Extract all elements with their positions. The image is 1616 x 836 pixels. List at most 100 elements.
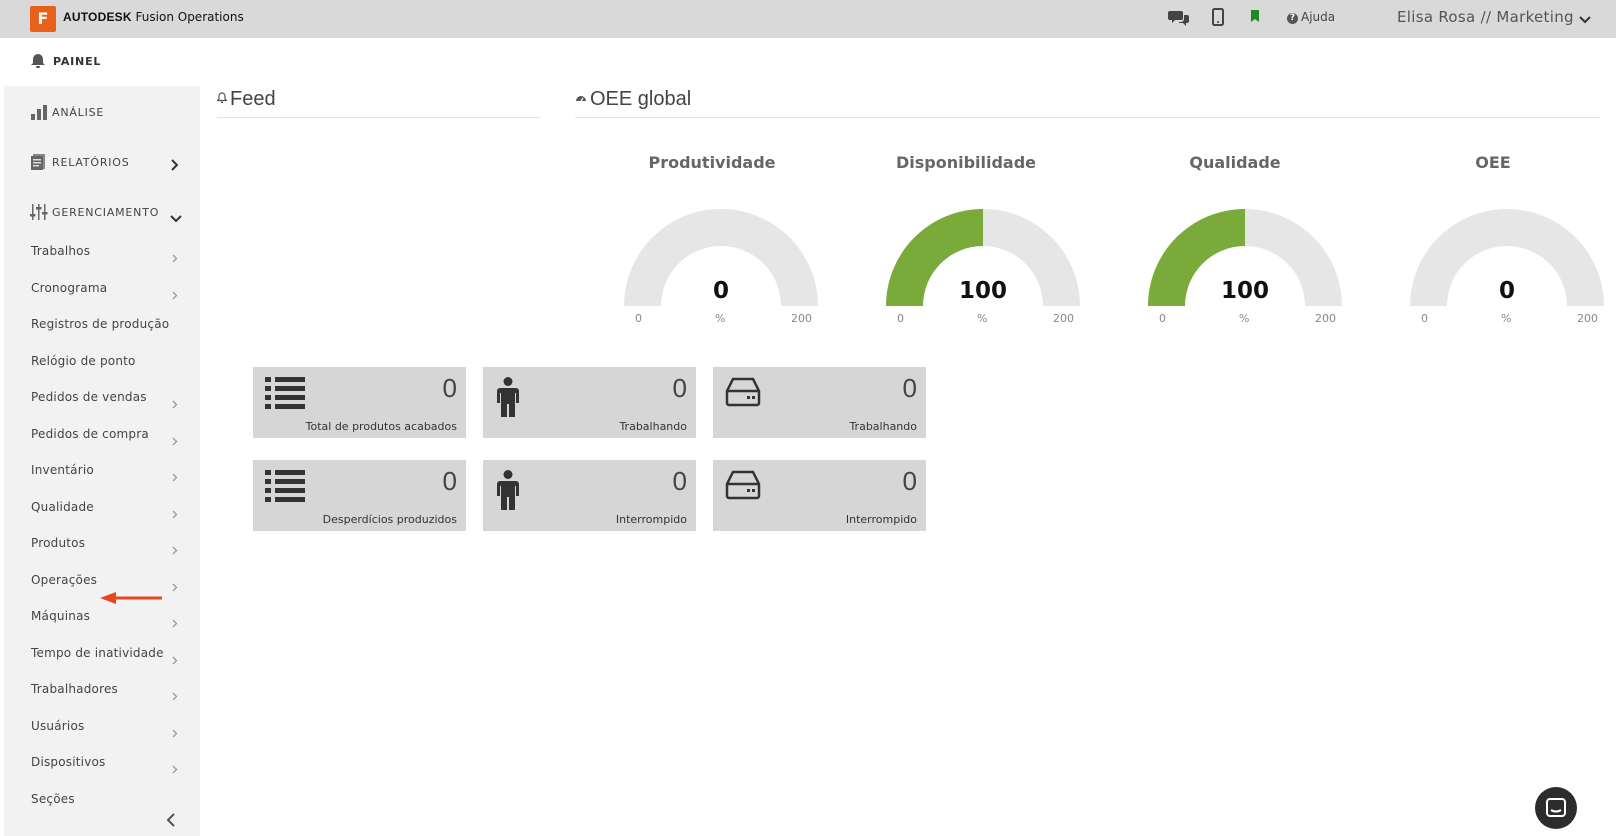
chat-icon[interactable] (1168, 8, 1190, 30)
list-icon (265, 377, 305, 413)
sidebar-section-label: GERENCIAMENTO (52, 206, 160, 219)
stat-caption: Interrompido (845, 513, 917, 526)
stat-tile[interactable]: 0 Interrompido (483, 460, 696, 531)
sidebar-item-label: Pedidos de vendas (31, 390, 147, 404)
sidebar-item-12[interactable]: Trabalhadores (4, 674, 200, 704)
chevron-right-icon (172, 285, 178, 304)
sidebar-item-label: Seções (31, 791, 75, 806)
sidebar-item-2[interactable]: Registros de produção (4, 309, 200, 339)
sidebar-item-3[interactable]: Relógio de ponto (4, 346, 200, 376)
chevron-right-icon (172, 540, 178, 559)
list-icon (265, 470, 305, 506)
brand-bold: AUTODESK (63, 10, 132, 24)
sidebar-item-label: Qualidade (31, 499, 94, 514)
stat-value: 0 (902, 373, 917, 403)
stat-tile[interactable]: 0 Trabalhando (713, 367, 926, 438)
sidebar-item-13[interactable]: Usuários (4, 711, 200, 741)
gauge-unit-label: % (1239, 312, 1250, 325)
sidebar-item-4[interactable]: Pedidos de vendas (4, 382, 200, 412)
gauge-unit-label: % (1501, 312, 1512, 325)
sidebar-section-label: ANÁLISE (52, 106, 105, 119)
app-logo[interactable]: F (30, 6, 56, 32)
gauge-min-label: 0 (1421, 312, 1428, 325)
brand-name: AUTODESK Fusion Operations (63, 10, 244, 24)
sidebar-item-label: Operações (31, 572, 98, 587)
gauge-chart: 100 0% 200 (1145, 208, 1345, 325)
sidebar-section-gerenciamento[interactable]: GERENCIAMENTO (4, 192, 200, 232)
sidebar-item-label: Relógio de ponto (31, 353, 136, 368)
stat-tile[interactable]: 0 Desperdícios produzidos (253, 460, 466, 531)
chevron-right-icon (172, 613, 178, 632)
stat-tile[interactable]: 0 Trabalhando (483, 367, 696, 438)
collapse-sidebar-icon[interactable] (166, 812, 176, 832)
chevron-right-icon (172, 504, 178, 523)
sidebar-item-label: Dispositivos (31, 755, 106, 769)
person-icon (495, 377, 521, 421)
stat-tile[interactable]: 0 Interrompido (713, 460, 926, 531)
chevron-right-icon (170, 156, 179, 175)
brand-product: Fusion Operations (131, 10, 244, 24)
sidebar-item-1[interactable]: Cronograma (4, 273, 200, 303)
feed-divider (217, 117, 540, 118)
gauge-min-label: 0 (897, 312, 904, 325)
sidebar-item-0[interactable]: Trabalhos (4, 236, 200, 266)
gauge-max-label: 200 (1577, 312, 1598, 325)
bell-icon (30, 53, 46, 73)
stat-value: 0 (902, 466, 917, 496)
user-menu[interactable]: Elisa Rosa // Marketing (1397, 8, 1574, 26)
stat-value: 0 (672, 466, 687, 496)
stat-caption: Trabalhando (619, 420, 687, 433)
gauge-value: 100 (1220, 278, 1269, 304)
sidebar-item-label: Máquinas (31, 609, 91, 623)
sidebar-item-label: Pedidos de compra (31, 426, 149, 441)
sidebar-section-relatorios[interactable]: RELATÓRIOS (4, 142, 200, 182)
sidebar-item-label: Tempo de inatividade (31, 645, 164, 660)
gauge-chart: 100 0% 200 (883, 208, 1083, 325)
sidebar: ANÁLISE RELATÓRIOS GERENCIAMENTO Trabalh… (4, 86, 200, 836)
stat-caption: Total de produtos acabados (305, 420, 457, 433)
chevron-down-icon (170, 208, 182, 227)
gauge-title: Produtividade (648, 153, 776, 172)
sliders-icon (30, 203, 48, 225)
sidebar-item-15[interactable]: Seções (4, 784, 200, 814)
stat-value: 0 (442, 466, 457, 496)
bar-chart-icon (30, 103, 48, 125)
person-icon (495, 470, 521, 514)
sidebar-item-8[interactable]: Produtos (4, 528, 200, 558)
help-label: Ajuda (1301, 10, 1336, 24)
gauge-value: 100 (958, 278, 1007, 304)
sidebar-item-label: Registros de produção (31, 317, 170, 331)
gauge-value: 0 (1498, 278, 1515, 304)
gauge-max-label: 200 (791, 312, 812, 325)
sidebar-item-11[interactable]: Tempo de inatividade (4, 638, 200, 668)
sidebar-item-7[interactable]: Qualidade (4, 492, 200, 522)
gauge-value: 0 (712, 278, 729, 304)
sidebar-item-14[interactable]: Dispositivos (4, 747, 200, 777)
sidebar-item-6[interactable]: Inventário (4, 455, 200, 485)
top-bar: F AUTODESK Fusion Operations ? Ajuda Elis… (0, 0, 1616, 38)
stat-tile[interactable]: 0 Total de produtos acabados (253, 367, 466, 438)
chevron-right-icon (172, 723, 178, 742)
chat-bubble-icon (1546, 798, 1566, 817)
gauge-title: Disponibilidade (895, 153, 1037, 172)
gauge-chart: 0 0% 200 (1407, 208, 1607, 325)
chevron-right-icon (172, 650, 178, 669)
report-icon (30, 153, 46, 175)
oee-title: OEE global (590, 88, 692, 110)
bookmark-icon[interactable] (1250, 8, 1272, 30)
chevron-down-icon[interactable] (1578, 10, 1592, 29)
help-icon: ? (1287, 13, 1298, 24)
gauge-title: OEE (1475, 153, 1511, 172)
gauge-unit-label: % (715, 312, 726, 325)
painel-tab[interactable]: PAINEL (4, 38, 200, 86)
oee-header: OEE global (575, 88, 691, 111)
gauge-title: Qualidade (1189, 153, 1281, 172)
sidebar-item-label: Produtos (31, 536, 86, 550)
sidebar-section-analise[interactable]: ANÁLISE (4, 92, 200, 132)
help-link[interactable]: ? Ajuda (1287, 10, 1335, 24)
support-chat-button[interactable] (1535, 787, 1577, 829)
sidebar-item-5[interactable]: Pedidos de compra (4, 419, 200, 449)
mobile-icon[interactable] (1212, 8, 1234, 30)
chevron-right-icon (172, 686, 178, 705)
chevron-right-icon (172, 431, 178, 450)
